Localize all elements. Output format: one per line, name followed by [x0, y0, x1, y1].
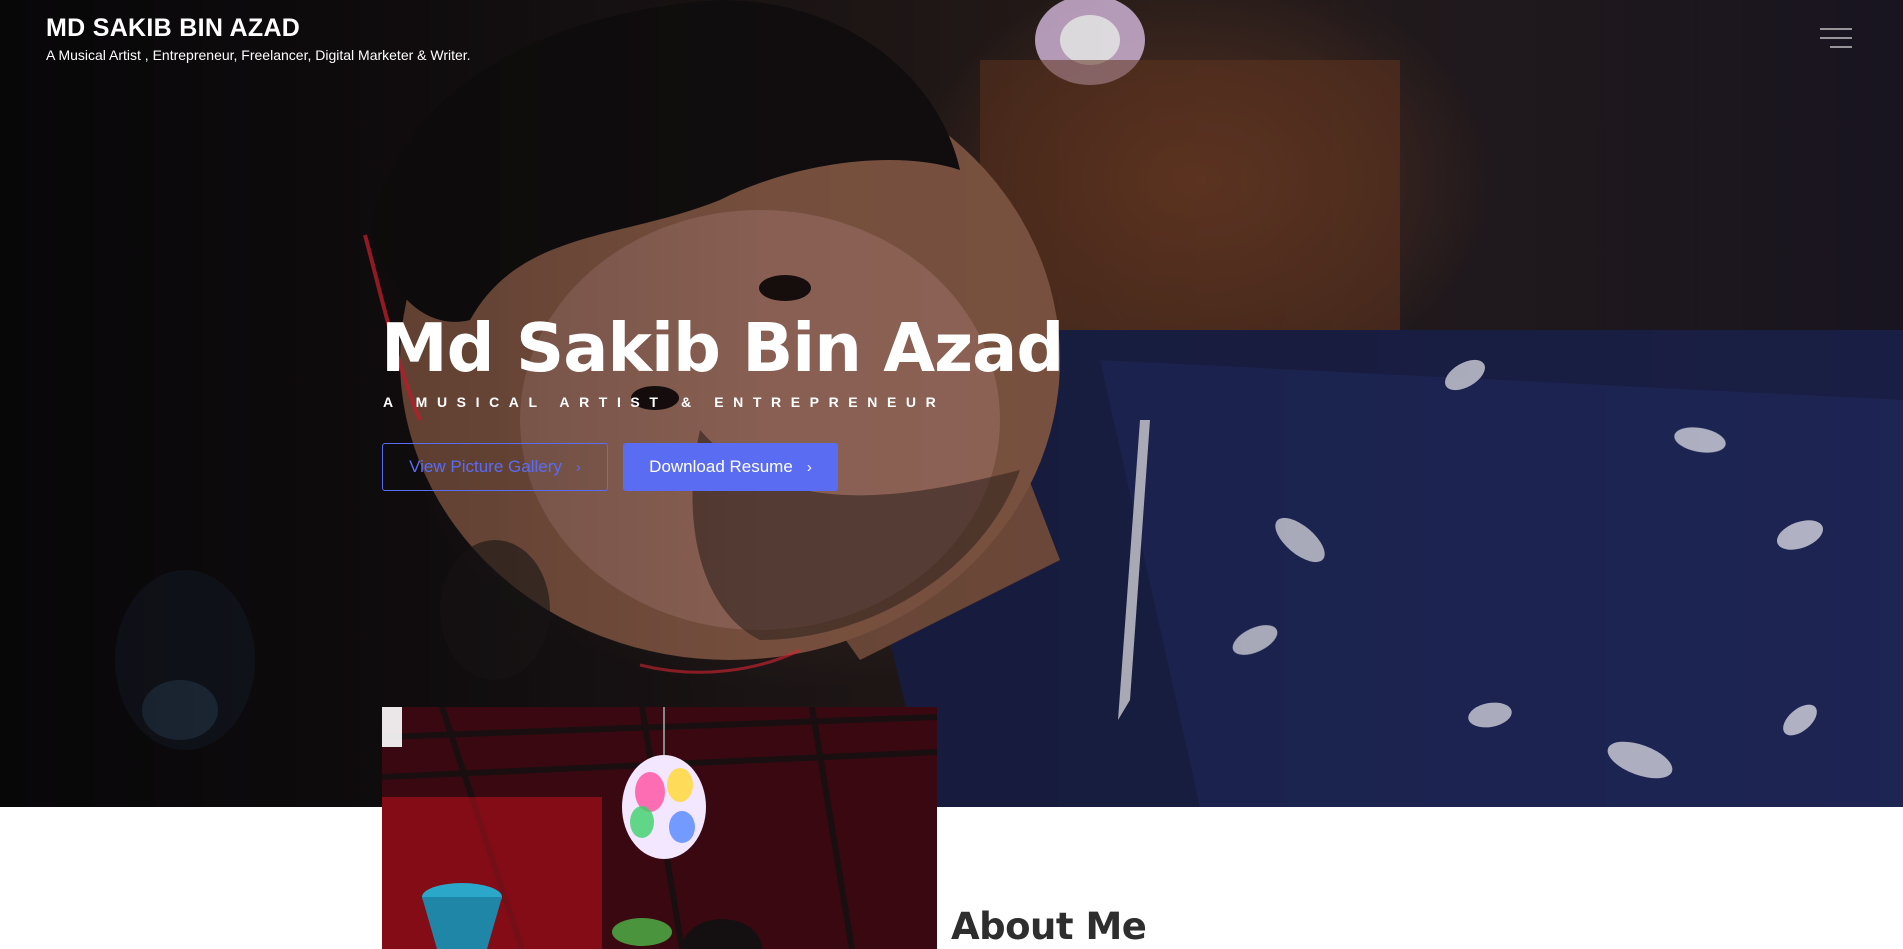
hero-heading: Md Sakib Bin Azad	[381, 309, 1064, 387]
chevron-right-icon: ›	[575, 458, 581, 476]
about-photo	[382, 707, 937, 949]
resume-button-label: Download Resume	[649, 457, 793, 476]
hero-overlay	[0, 0, 1903, 807]
site-tagline: A Musical Artist , Entrepreneur, Freelan…	[46, 47, 471, 63]
gallery-button-label: View Picture Gallery	[409, 457, 562, 476]
about-photo-image	[382, 707, 937, 949]
download-resume-button[interactable]: Download Resume ›	[623, 443, 838, 491]
chevron-right-icon: ›	[806, 458, 812, 476]
site-title[interactable]: MD SAKIB BIN AZAD	[46, 14, 300, 43]
hero-section: MD SAKIB BIN AZAD A Musical Artist , Ent…	[0, 0, 1903, 807]
hamburger-menu-icon[interactable]	[1820, 26, 1852, 50]
hero-subtitle: A MUSICAL ARTIST & ENTREPRENEUR	[383, 394, 946, 410]
view-picture-gallery-button[interactable]: View Picture Gallery ›	[382, 443, 608, 491]
page: MD SAKIB BIN AZAD A Musical Artist , Ent…	[0, 0, 1903, 949]
about-heading: About Me	[951, 905, 1147, 948]
